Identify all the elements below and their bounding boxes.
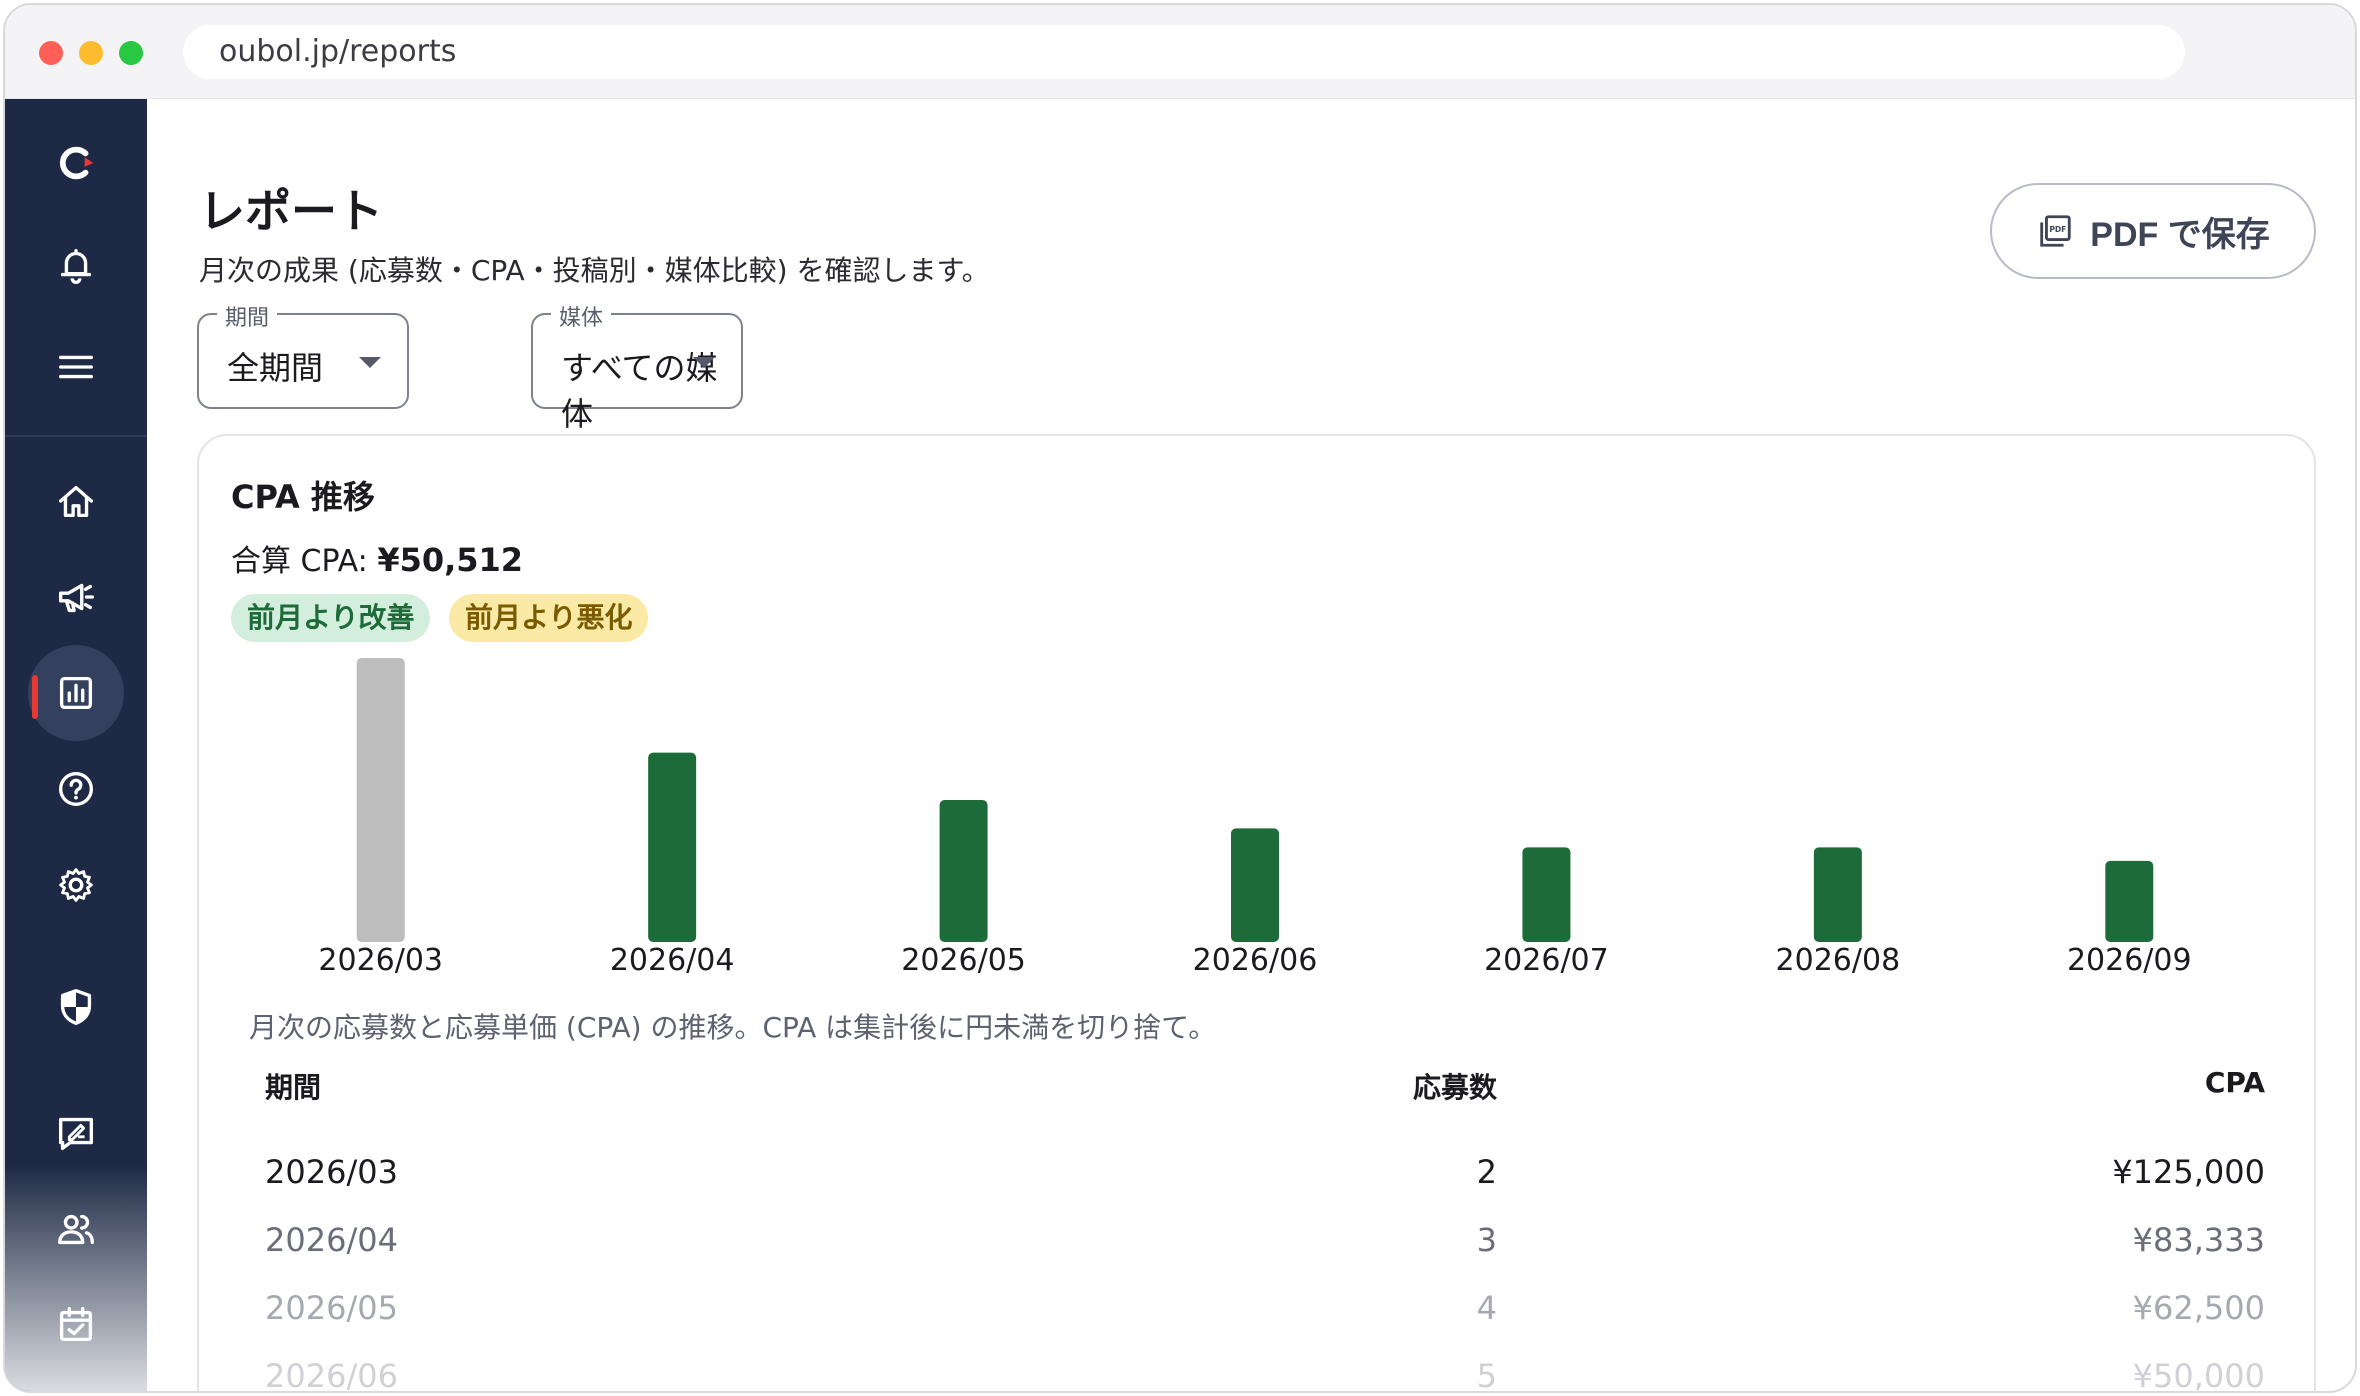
- browser-window: oubol.jp/reports レポート 月次の成果 (応募数・CPA・投稿別…: [3, 3, 2357, 1393]
- cell-count: 5: [1476, 1357, 1497, 1393]
- table-row: 2026/06 5 ¥50,000: [265, 1342, 2265, 1393]
- cell-cpa: ¥83,333: [2132, 1221, 2265, 1259]
- cell-period: 2026/06: [265, 1357, 398, 1393]
- help-icon[interactable]: [28, 741, 124, 837]
- chart-note: 月次の応募数と応募単価 (CPA) の推移。CPA は集計後に円未満を切り捨て。: [249, 1011, 1217, 1044]
- sidebar-divider: [5, 435, 147, 437]
- chart-bar-2026/06[interactable]: [1231, 828, 1279, 942]
- chart-bar-2026/09[interactable]: [2105, 860, 2154, 942]
- period-select-label: 期間: [217, 300, 278, 332]
- x-tick-label: 2026/04: [610, 943, 735, 976]
- chevron-down-icon: [359, 357, 381, 368]
- table-row: 2026/03 2 ¥125,000: [265, 1138, 2265, 1206]
- media-select[interactable]: 媒体 すべての媒体: [531, 300, 743, 433]
- megaphone-icon[interactable]: [28, 549, 124, 645]
- x-tick-label: 2026/07: [1484, 943, 1609, 976]
- svg-text:PDF: PDF: [2050, 225, 2067, 234]
- table-header: 期間 応募数 CPA: [265, 1066, 2265, 1126]
- chart-bar-2026/07[interactable]: [1522, 847, 1571, 942]
- minimize-window-button[interactable]: [79, 41, 103, 65]
- page-description: 月次の成果 (応募数・CPA・投稿別・媒体比較) を確認します。: [199, 254, 990, 287]
- total-cpa-label: 合算 CPA:: [231, 544, 368, 579]
- feedback-icon[interactable]: [28, 1085, 124, 1181]
- cell-period: 2026/04: [265, 1221, 398, 1259]
- worsened-legend-badge: 前月より悪化: [449, 594, 649, 642]
- cell-count: 4: [1476, 1289, 1497, 1327]
- header-cpa[interactable]: CPA: [2205, 1066, 2265, 1099]
- address-bar[interactable]: oubol.jp/reports: [183, 25, 2185, 79]
- period-select[interactable]: 期間 全期間: [197, 300, 409, 409]
- shield-icon[interactable]: [28, 959, 124, 1055]
- main-content: レポート 月次の成果 (応募数・CPA・投稿別・媒体比較) を確認します。 PD…: [147, 99, 2355, 1393]
- cell-count: 3: [1476, 1221, 1497, 1259]
- chart-icon[interactable]: [28, 645, 124, 741]
- bell-icon[interactable]: [28, 217, 124, 313]
- sidebar: [5, 99, 147, 1391]
- cell-count: 2: [1476, 1153, 1497, 1191]
- browser-titlebar: oubol.jp/reports: [5, 5, 2355, 99]
- page-title: レポート: [199, 184, 383, 238]
- total-cpa: 合算 CPA: ¥50,512: [231, 536, 523, 580]
- cpa-bar-chart: 2026/03 2026/04 2026/05 2026/06 2026/07 2026/…: [318, 658, 2192, 976]
- x-tick-label: 2026/03: [318, 943, 443, 976]
- improved-legend-badge: 前月より改善: [231, 594, 431, 642]
- cell-period: 2026/03: [265, 1153, 398, 1191]
- chevron-down-icon: [693, 357, 715, 368]
- x-tick-label: 2026/09: [2067, 943, 2192, 976]
- x-tick-label: 2026/08: [1776, 943, 1901, 976]
- pdf-icon: PDF: [2040, 215, 2071, 247]
- x-tick-label: 2026/06: [1193, 943, 1318, 976]
- save-pdf-button[interactable]: PDF PDF で保存: [1990, 183, 2316, 279]
- cell-cpa: ¥62,500: [2132, 1289, 2265, 1327]
- total-cpa-value: ¥50,512: [377, 541, 524, 579]
- users-icon[interactable]: [28, 1181, 124, 1277]
- cell-cpa: ¥50,000: [2132, 1357, 2265, 1393]
- cell-cpa: ¥125,000: [2112, 1153, 2265, 1191]
- calendar-check-icon[interactable]: [28, 1277, 124, 1373]
- header-count[interactable]: 応募数: [1413, 1066, 1497, 1106]
- menu-icon[interactable]: [28, 319, 124, 415]
- gear-icon[interactable]: [28, 837, 124, 933]
- save-pdf-label: PDF で保存: [2090, 215, 2270, 254]
- x-tick-label: 2026/05: [901, 943, 1026, 976]
- media-select-label: 媒体: [551, 300, 612, 332]
- cpa-trend-card: CPA 推移 合算 CPA: ¥50,512 前月より改善 前月より悪化 202…: [197, 434, 2316, 1393]
- close-window-button[interactable]: [39, 41, 63, 65]
- cell-period: 2026/05: [265, 1289, 398, 1327]
- logo-icon[interactable]: [28, 115, 124, 211]
- chart-bar-2026/08[interactable]: [1813, 847, 1862, 942]
- table-row: 2026/04 3 ¥83,333: [265, 1206, 2265, 1274]
- header-period[interactable]: 期間: [265, 1066, 321, 1106]
- chart-bar-2026/04[interactable]: [648, 752, 697, 942]
- card-title: CPA 推移: [231, 478, 375, 516]
- chart-bar-2026/03[interactable]: [356, 658, 405, 942]
- chart-bar-2026/05[interactable]: [939, 800, 988, 942]
- home-icon[interactable]: [28, 453, 124, 549]
- maximize-window-button[interactable]: [119, 41, 143, 65]
- period-select-value: 全期間: [227, 349, 324, 387]
- table-row: 2026/05 4 ¥62,500: [265, 1274, 2265, 1342]
